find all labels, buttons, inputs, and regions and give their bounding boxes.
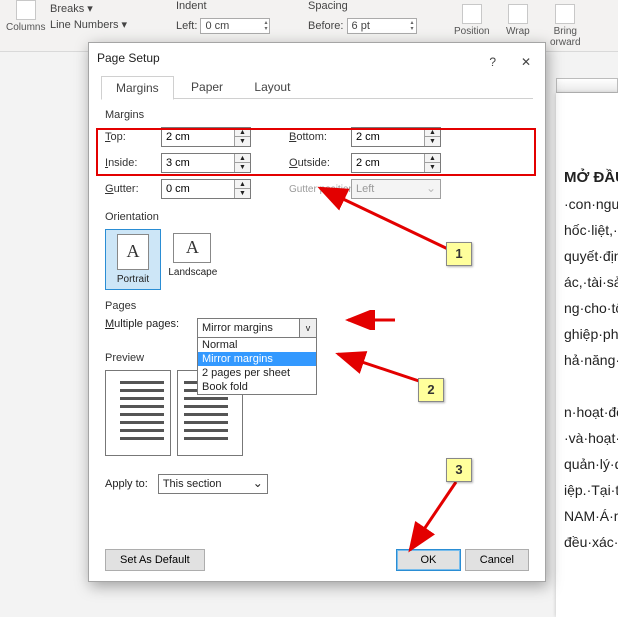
set-as-default-button[interactable]: Set As Default (105, 549, 205, 571)
chevron-down-icon[interactable]: v (299, 319, 316, 337)
inside-input[interactable] (162, 154, 228, 172)
margins-group-label: Margins (105, 109, 529, 121)
spinner-buttons[interactable]: ▲▼ (234, 154, 250, 172)
spinner-buttons[interactable]: ▲▼ (234, 180, 250, 198)
gutter-input[interactable] (162, 180, 228, 198)
doc-line: NAM·Á·mà (564, 505, 610, 527)
doc-line: n·hoạt·động· (564, 401, 610, 423)
preview-row (105, 370, 529, 456)
inside-label: IInside:nside: (105, 157, 161, 169)
bottom-spinner[interactable]: ▲▼ (351, 127, 441, 147)
multiple-pages-dropdown: Normal Mirror margins 2 pages per sheet … (197, 337, 317, 395)
spacing-group-label: Spacing (308, 0, 348, 12)
breaks-menu[interactable]: Breaks ▾ (50, 2, 93, 15)
outside-label: Outside: (289, 157, 351, 169)
spacing-before-spinner[interactable]: 6 pt (347, 18, 417, 34)
indent-left-label: Left: (176, 20, 197, 32)
spinner-buttons[interactable]: ▲▼ (424, 154, 440, 172)
doc-title: MỞ ĐẦU¶ (564, 167, 610, 189)
callout-1: 1 (446, 242, 472, 266)
orientation-landscape[interactable]: Landscape (164, 229, 220, 282)
preview-page-left (105, 370, 171, 456)
doc-line (564, 375, 610, 397)
dd-option-bookfold[interactable]: Book fold (198, 380, 316, 394)
columns-icon (16, 0, 36, 20)
portrait-icon (117, 234, 149, 270)
spacing-before-row: Before: 6 pt (308, 18, 417, 34)
gutter-label: Gutter: (105, 183, 161, 195)
dd-option-normal[interactable]: Normal (198, 338, 316, 352)
apply-to-label: Apply to: (105, 478, 148, 490)
doc-line: ng·cho·tốt.·T (564, 297, 610, 319)
multiple-pages-select[interactable]: Mirror margins v (197, 318, 317, 338)
doc-line: đều·xác·định·nguồn·nhân·lực·là·yếu·tố·qu… (564, 531, 610, 553)
position-button[interactable]: Position (454, 4, 490, 37)
doc-line: ghiệp·phải·x (564, 323, 610, 345)
doc-line: quyết·định·đ (564, 245, 610, 267)
pages-group-label: Pages (105, 300, 529, 312)
bring-button[interactable]: Bring orward (550, 4, 581, 48)
landscape-icon (173, 233, 211, 263)
doc-line: quản·lý·điều (564, 453, 610, 475)
orientation-group-label: Orientation (105, 211, 529, 223)
callout-3: 3 (446, 458, 472, 482)
doc-line: ·con·người.· (564, 193, 610, 215)
indent-group-label: Indent (176, 0, 207, 12)
inside-spinner[interactable]: ▲▼ (161, 153, 251, 173)
gutter-spinner[interactable]: ▲▼ (161, 179, 251, 199)
dd-option-mirror[interactable]: Mirror margins (198, 352, 316, 366)
wrap-icon (508, 4, 528, 24)
bottom-label: Bottom: (289, 131, 351, 143)
spinner-buttons[interactable]: ▲▼ (424, 128, 440, 146)
multiple-pages-label: Multiple pages: (105, 318, 179, 330)
outside-spinner[interactable]: ▲▼ (351, 153, 441, 173)
indent-left-spinner[interactable]: 0 cm (200, 18, 270, 34)
apply-to-select[interactable]: This section (158, 474, 268, 494)
horizontal-ruler[interactable] (556, 78, 618, 93)
columns-button[interactable]: Columns (6, 0, 45, 33)
preview-group-label: Preview (105, 352, 529, 364)
callout-2: 2 (418, 378, 444, 402)
gutter-position-label: Gutter position: (289, 184, 351, 195)
indent-left-row: Left: 0 cm (176, 18, 270, 34)
ok-button[interactable]: OK (396, 549, 462, 571)
top-spinner[interactable]: ▲▼ (161, 127, 251, 147)
tab-paper[interactable]: Paper (177, 76, 237, 98)
doc-line: hả·năng·để·t (564, 349, 610, 371)
doc-line: ác,·tài·sản·c (564, 271, 610, 293)
cancel-button[interactable]: Cancel (465, 549, 529, 571)
outside-input[interactable] (352, 154, 418, 172)
tab-margins[interactable]: Margins (101, 76, 174, 100)
dialog-tabs: Margins Paper Layout (101, 75, 533, 99)
margins-grid: Top: ▲▼ Bottom: ▲▼ IInside:nside: ▲▼ Out… (105, 127, 529, 199)
spacing-before-label: Before: (308, 20, 343, 32)
dd-option-2pages[interactable]: 2 pages per sheet (198, 366, 316, 380)
bottom-input[interactable] (352, 128, 418, 146)
gutter-position-select: Left (351, 179, 441, 199)
doc-line: hốc·liệt,·con (564, 219, 610, 241)
doc-line: iệp.·Tại·thờ (564, 479, 610, 501)
document-area: MỞ ĐẦU¶ ·con·người.· hốc·liệt,·con quyết·đ… (556, 93, 618, 617)
bring-forward-icon (555, 4, 575, 24)
wrap-button[interactable]: Wrap (506, 4, 530, 37)
dialog-close-button[interactable]: ✕ (511, 51, 541, 73)
page-setup-dialog: Page Setup ? ✕ Margins Paper Layout Marg… (88, 42, 546, 582)
dialog-titlebar[interactable]: Page Setup ? ✕ (89, 43, 545, 73)
tab-layout[interactable]: Layout (240, 76, 304, 98)
dialog-help-button[interactable]: ? (478, 51, 508, 73)
multiple-pages-value: Mirror margins (202, 322, 273, 334)
dialog-title: Page Setup (97, 51, 160, 65)
spinner-buttons[interactable]: ▲▼ (234, 128, 250, 146)
top-input[interactable] (162, 128, 228, 146)
top-label: Top: (105, 131, 161, 143)
orientation-portrait[interactable]: Portrait (105, 229, 161, 290)
position-icon (462, 4, 482, 24)
line-numbers-menu[interactable]: Line Numbers ▾ (50, 18, 127, 31)
doc-line: ·và·hoạt·độ (564, 427, 610, 449)
